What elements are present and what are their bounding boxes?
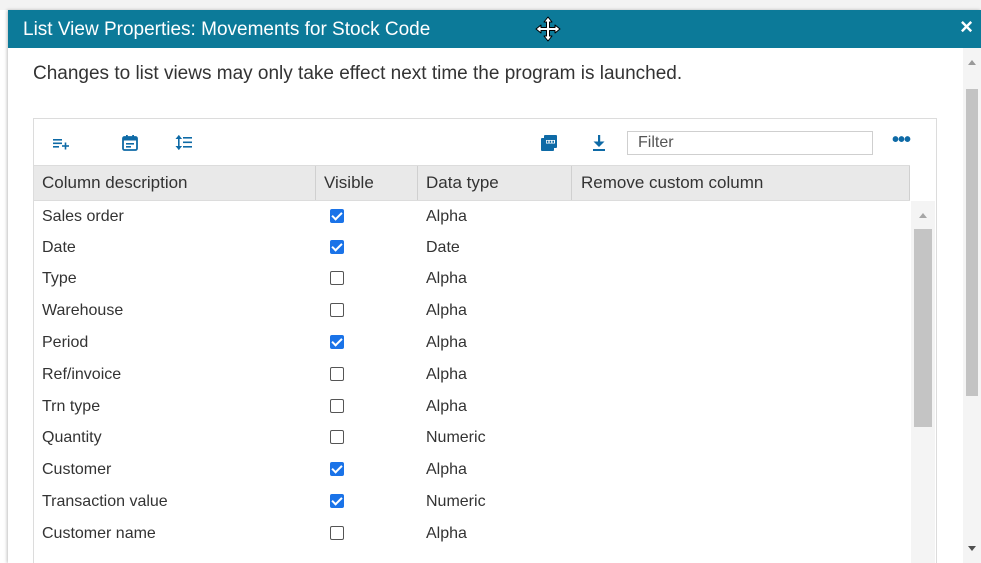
download-icon[interactable] [589,133,609,153]
visible-checkbox[interactable] [330,399,344,413]
data-type-cell: Alpha [426,334,467,351]
table-row[interactable]: Date Date [34,232,910,263]
column-header-visible[interactable]: Visible [324,166,374,200]
column-description-cell: Customer [42,461,112,478]
column-description-cell: Period [42,334,89,351]
data-type-cell: Numeric [426,493,486,510]
table-row[interactable]: Warehouse Alpha [34,295,910,326]
column-description-cell: Sales order [42,208,124,225]
table-row[interactable]: Type Alpha [34,263,910,294]
column-description-cell: Customer name [42,525,156,542]
table-header: Column description Visible Data type Rem… [34,165,910,201]
list-view-panel: ••• Column description Visible Data type… [33,118,937,563]
visible-checkbox[interactable] [330,462,344,476]
sort-list-icon[interactable] [174,133,194,153]
scroll-up-icon[interactable] [968,60,976,65]
visible-checkbox[interactable] [330,526,344,540]
visible-checkbox[interactable] [330,303,344,317]
column-divider[interactable] [417,166,418,200]
visible-checkbox[interactable] [330,209,344,223]
visible-checkbox[interactable] [330,367,344,381]
column-header-description[interactable]: Column description [42,166,188,200]
visible-checkbox[interactable] [330,335,344,349]
filter-input[interactable] [627,131,873,155]
data-type-cell: Alpha [426,302,467,319]
table-row[interactable]: Customer name Alpha [34,518,910,549]
calendar-icon[interactable] [120,133,140,153]
scroll-down-icon[interactable] [968,546,976,551]
column-description-cell: Warehouse [42,302,124,319]
data-type-cell: Alpha [426,525,467,542]
info-message: Changes to list views may only take effe… [33,63,683,84]
column-description-cell: Trn type [42,398,101,415]
column-description-cell: Quantity [42,429,102,446]
column-description-cell: Transaction value [42,493,168,510]
column-description-cell: Type [42,270,77,287]
add-row-icon[interactable] [51,133,71,153]
data-type-cell: Alpha [426,270,467,287]
table-row[interactable]: Quantity Numeric [34,422,910,453]
more-options-icon[interactable]: ••• [892,129,911,152]
dialog-scroll-thumb[interactable] [966,89,978,396]
close-button[interactable]: × [960,16,973,38]
column-description-cell: Date [42,239,76,256]
visible-checkbox[interactable] [330,240,344,254]
visible-checkbox[interactable] [330,271,344,285]
column-divider[interactable] [315,166,316,200]
data-type-cell: Numeric [426,429,486,446]
scroll-up-icon[interactable] [919,213,927,218]
data-type-cell: Alpha [426,366,467,383]
table-scrollbar[interactable] [911,201,935,563]
dialog-scrollbar[interactable] [963,48,981,563]
pdf-export-icon[interactable] [539,133,559,153]
table-row[interactable]: Ref/invoice Alpha [34,359,910,390]
data-type-cell: Alpha [426,398,467,415]
column-header-data-type[interactable]: Data type [426,166,499,200]
column-header-remove-custom[interactable]: Remove custom column [581,166,763,200]
column-divider [909,166,910,200]
move-cursor-icon [535,16,561,42]
dialog-titlebar[interactable]: List View Properties: Movements for Stoc… [8,10,981,48]
background-app [0,0,981,10]
table-row[interactable]: Customer Alpha [34,454,910,485]
column-divider[interactable] [571,166,572,200]
toolbar: ••• [34,119,936,165]
data-type-cell: Date [426,239,460,256]
visible-checkbox[interactable] [330,494,344,508]
table-row[interactable]: Period Alpha [34,327,910,358]
dialog-title: List View Properties: Movements for Stoc… [23,19,431,40]
table-scroll-thumb[interactable] [914,229,932,427]
table-row[interactable]: Trn type Alpha [34,391,910,422]
list-view-properties-dialog: List View Properties: Movements for Stoc… [8,10,981,563]
visible-checkbox[interactable] [330,430,344,444]
table-row[interactable]: Sales order Alpha [34,201,910,232]
table-row[interactable]: Transaction value Numeric [34,486,910,517]
column-description-cell: Ref/invoice [42,366,122,383]
data-type-cell: Alpha [426,461,467,478]
data-type-cell: Alpha [426,208,467,225]
